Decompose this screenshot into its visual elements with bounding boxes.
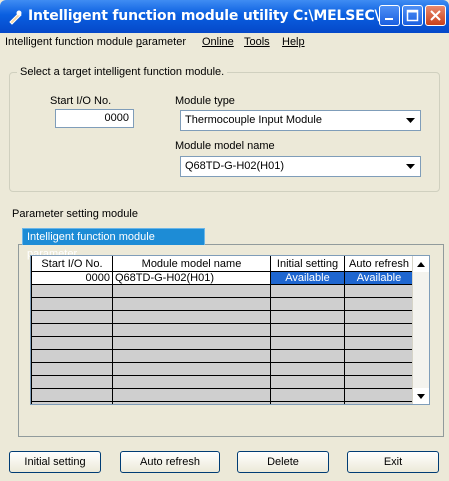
module-type-value: Thermocouple Input Module xyxy=(185,114,322,126)
col-module-model-name[interactable]: Module model name xyxy=(112,256,271,272)
menu-label: Help xyxy=(282,36,305,48)
initial-setting-button[interactable]: Initial setting xyxy=(9,451,101,473)
col-initial-setting[interactable]: Initial setting xyxy=(270,256,345,272)
model-name-label: Module model name xyxy=(175,140,275,152)
menu-label: Tools xyxy=(244,36,270,48)
table-row[interactable] xyxy=(31,310,414,324)
chevron-down-icon xyxy=(406,117,415,123)
chevron-down-icon xyxy=(406,163,415,169)
menu-label: Intelligent function module parameter xyxy=(5,36,187,48)
menu-label: Online xyxy=(202,36,234,48)
table-row[interactable] xyxy=(31,336,414,350)
cell-auto-refresh[interactable]: Available xyxy=(344,271,414,285)
window-title: Intelligent function module utility C:\M… xyxy=(28,8,389,24)
table-row[interactable] xyxy=(31,323,414,337)
cell-initial-setting[interactable]: Available xyxy=(270,271,345,285)
model-name-select[interactable]: Q68TD-G-H02(H01) xyxy=(180,156,421,177)
parameter-table[interactable]: Start I/O No. Module model name Initial … xyxy=(30,255,430,405)
module-type-select[interactable]: Thermocouple Input Module xyxy=(180,110,421,131)
module-type-label: Module type xyxy=(175,95,235,107)
scroll-up-button[interactable] xyxy=(413,256,429,272)
menu-help[interactable]: Help xyxy=(282,36,305,48)
tab-intelligent-function-module-parameter[interactable]: Intelligent function module parameter xyxy=(22,228,205,260)
close-button[interactable] xyxy=(425,5,446,26)
app-window: Intelligent function module utility C:\M… xyxy=(0,0,449,481)
minimize-icon xyxy=(385,18,393,20)
model-name-dropdown-button[interactable] xyxy=(402,158,419,175)
table-row[interactable] xyxy=(31,297,414,311)
delete-button[interactable]: Delete xyxy=(237,451,329,473)
col-auto-refresh[interactable]: Auto refresh xyxy=(344,256,414,272)
menu-tools[interactable]: Tools xyxy=(244,36,270,48)
cell-model[interactable]: Q68TD-G-H02(H01) xyxy=(112,271,271,285)
menu-online[interactable]: Online xyxy=(202,36,234,48)
scroll-down-button[interactable] xyxy=(413,388,429,404)
table-row[interactable] xyxy=(31,401,414,404)
module-type-dropdown-button[interactable] xyxy=(402,112,419,129)
auto-refresh-button[interactable]: Auto refresh xyxy=(120,451,220,473)
table-scrollbar[interactable] xyxy=(412,256,429,404)
close-icon xyxy=(430,10,441,21)
parameter-setting-label: Parameter setting module xyxy=(12,208,138,220)
app-icon xyxy=(7,9,23,25)
arrow-up-icon xyxy=(417,261,425,267)
table-row[interactable] xyxy=(31,284,414,298)
table-row[interactable] xyxy=(31,349,414,363)
table-row[interactable]: 0000 Q68TD-G-H02(H01) Available Availabl… xyxy=(31,271,414,285)
arrow-down-icon xyxy=(417,393,425,399)
maximize-button[interactable] xyxy=(402,5,423,26)
start-io-label: Start I/O No. xyxy=(50,95,112,107)
table-row[interactable] xyxy=(31,362,414,376)
title-bar[interactable]: Intelligent function module utility C:\M… xyxy=(0,0,449,33)
col-start-io[interactable]: Start I/O No. xyxy=(31,256,113,272)
menu-bar: Intelligent function module parameter On… xyxy=(0,33,449,53)
maximize-icon xyxy=(406,9,419,22)
exit-button[interactable]: Exit xyxy=(347,451,439,473)
table-row[interactable] xyxy=(31,388,414,402)
table-header: Start I/O No. Module model name Initial … xyxy=(31,256,414,272)
model-name-value: Q68TD-G-H02(H01) xyxy=(185,160,285,172)
start-io-input[interactable]: 0000 xyxy=(55,109,134,128)
minimize-button[interactable] xyxy=(379,5,400,26)
menu-intelligent-function-module-parameter[interactable]: Intelligent function module parameter xyxy=(5,36,186,48)
table-row[interactable] xyxy=(31,375,414,389)
cell-start-io[interactable]: 0000 xyxy=(31,271,113,285)
target-group-label: Select a target intelligent function mod… xyxy=(17,66,228,78)
